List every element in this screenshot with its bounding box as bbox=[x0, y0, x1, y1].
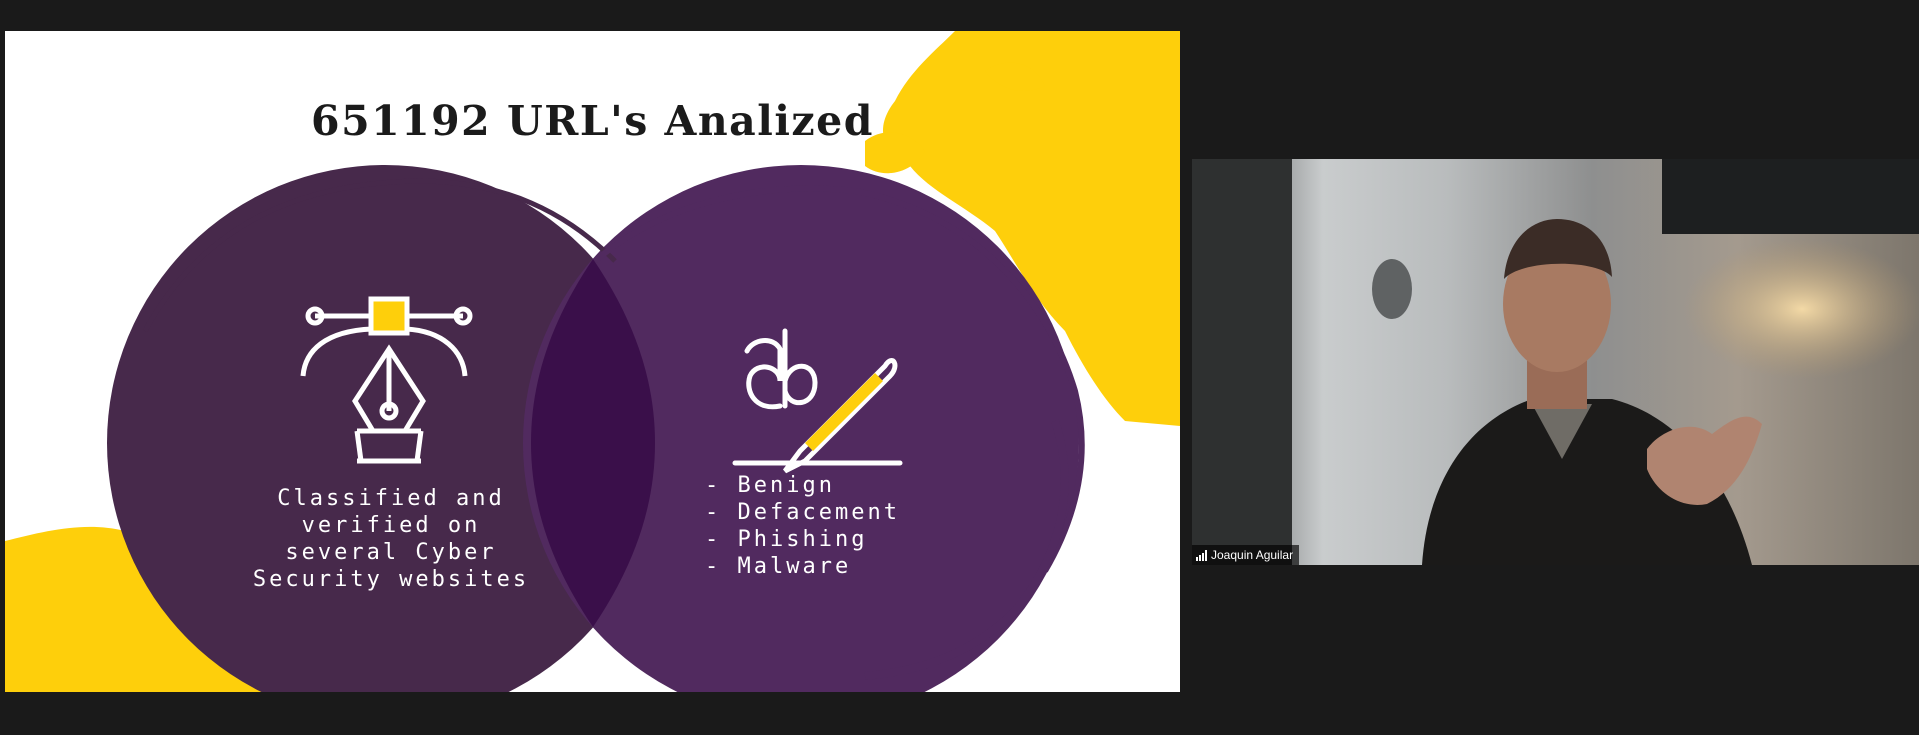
pen-tool-anchor-square bbox=[368, 296, 410, 336]
slide-title: 651192 URL's Analized bbox=[311, 97, 874, 145]
participant-name-tag: Joaquin Aguilar bbox=[1192, 545, 1300, 565]
category-item-malware: - Malware bbox=[705, 554, 852, 579]
category-item-benign: - Benign bbox=[705, 473, 835, 498]
category-item-defacement: - Defacement bbox=[705, 500, 900, 525]
participant-name: Joaquin Aguilar bbox=[1211, 548, 1294, 562]
participant-video[interactable]: Joaquin Aguilar bbox=[1192, 159, 1919, 565]
video-feed bbox=[1192, 159, 1919, 565]
signal-strength-icon bbox=[1196, 549, 1207, 561]
classification-description: Classified and verified on several Cyber… bbox=[252, 486, 530, 592]
presentation-slide: 651192 URL's Analized Classified and ver… bbox=[5, 31, 1180, 692]
category-item-phishing: - Phishing bbox=[705, 527, 868, 552]
category-list: - Benign - Defacement - Phishing - Malwa… bbox=[705, 472, 1005, 580]
